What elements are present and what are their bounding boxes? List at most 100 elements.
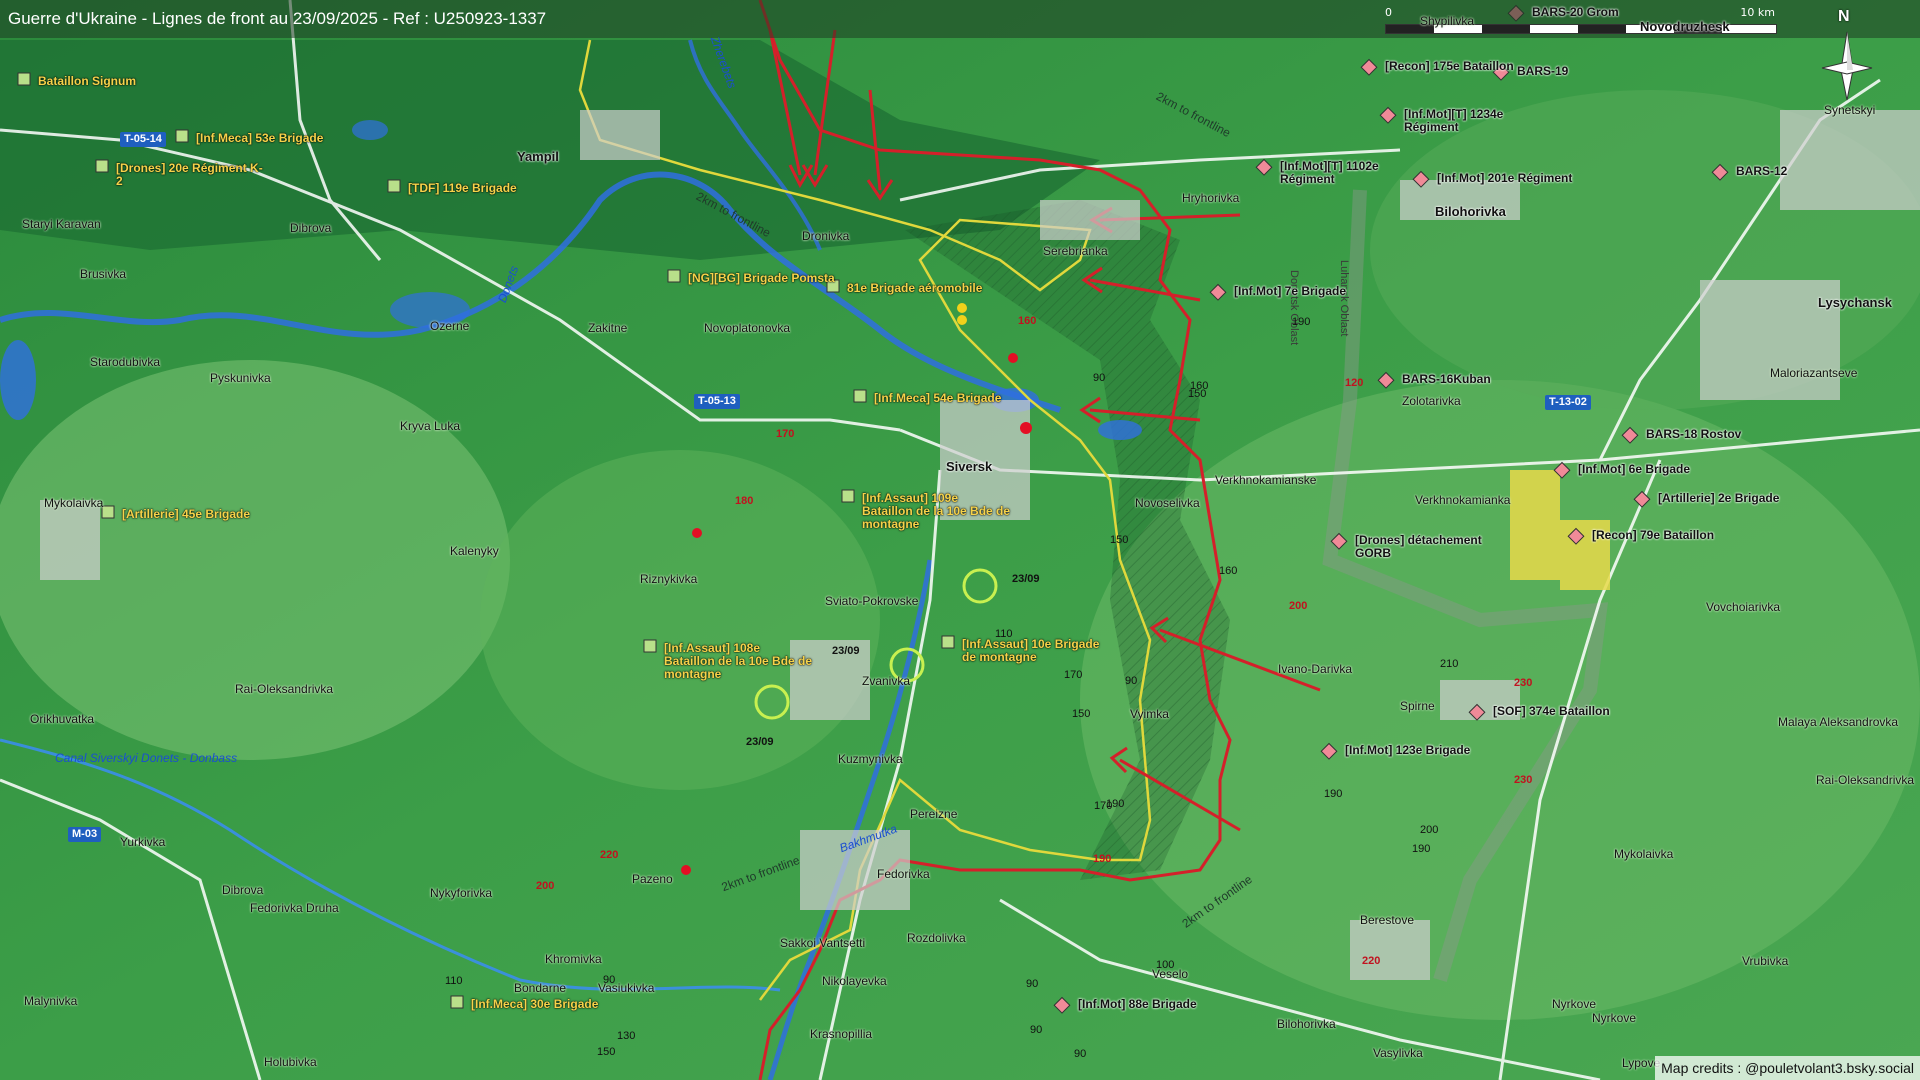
elevation-label: 110	[445, 975, 463, 987]
ukrainian-unit-label[interactable]: [Inf.Meca] 53e Brigade	[196, 132, 346, 145]
road-number-badge: M-03	[68, 827, 102, 842]
map-title: Guerre d'Ukraine - Lignes de front au 23…	[8, 9, 547, 28]
ukrainian-unit-marker-icon[interactable]	[841, 489, 855, 503]
elevation-label: 190	[1292, 316, 1311, 328]
russian-unit-label[interactable]: BARS-16Kuban	[1402, 373, 1552, 386]
place-label: Brusivka	[80, 267, 127, 281]
place-label: Orikhuvatka	[30, 712, 95, 726]
russian-unit-label[interactable]: [Drones] détachement GORB	[1355, 534, 1505, 560]
place-label: Sviato-Pokrovske	[825, 594, 919, 608]
russian-unit-label[interactable]: [Inf.Mot][T] 1234e Régiment	[1404, 108, 1554, 134]
elevation-label: 120	[1345, 377, 1364, 389]
ukrainian-unit-label[interactable]: [TDF] 119e Brigade	[408, 182, 558, 195]
ukrainian-unit-marker-icon[interactable]	[667, 269, 681, 283]
place-label: Serebrianka	[1043, 244, 1108, 258]
place-label: Vasylivka	[1373, 1046, 1423, 1060]
ukrainian-unit-marker-icon[interactable]	[101, 505, 115, 519]
place-label: Dibrova	[222, 883, 264, 897]
russian-unit-label[interactable]: [Recon] 79e Bataillon	[1592, 529, 1742, 542]
elevation-label: 130	[617, 1030, 636, 1042]
place-label: Fedorivka	[877, 867, 930, 881]
elevation-label: 90	[1125, 675, 1138, 687]
russian-unit-label[interactable]: BARS-18 Rostov	[1646, 428, 1796, 441]
elevation-label: 170	[776, 428, 795, 440]
place-label: Vrubivka	[1742, 954, 1789, 968]
elevation-label: 170	[1064, 669, 1083, 681]
date-label: 23/09	[832, 645, 860, 657]
place-label: Bondarne	[514, 981, 567, 995]
ukrainian-unit-label[interactable]: [Artillerie] 45e Brigade	[122, 508, 272, 521]
elevation-label: 90	[1030, 1024, 1043, 1036]
ukrainian-unit-marker-icon[interactable]	[175, 129, 189, 143]
place-label: Rai-Oleksandrivka	[1816, 773, 1915, 787]
elevation-label: 190	[1106, 798, 1125, 810]
place-label: Dibrova	[290, 221, 332, 235]
place-label: Pyskunivka	[210, 371, 271, 385]
ukrainian-unit-label[interactable]: [Inf.Meca] 30e Brigade	[471, 998, 621, 1011]
elevation-label: 160	[1018, 315, 1037, 327]
russian-unit-label[interactable]: [Inf.Mot][T] 1102e Régiment	[1280, 160, 1430, 186]
ukrainian-unit-label[interactable]: [NG][BG] Brigade Pomsta	[688, 272, 838, 285]
place-label: Pereizne	[910, 807, 958, 821]
ukrainian-unit-marker-icon[interactable]	[387, 179, 401, 193]
ukrainian-unit-label[interactable]: [Inf.Assaut] 10e Brigade de montagne	[962, 638, 1112, 664]
place-label: Nykyforivka	[430, 886, 493, 900]
place-label: Zakitne	[588, 321, 628, 335]
elevation-label: 90	[1026, 978, 1039, 990]
russian-unit-label[interactable]: [Recon] 175e Bataillon	[1385, 60, 1535, 73]
place-label: Holubivka	[264, 1055, 317, 1069]
place-label: Lysychansk	[1818, 295, 1892, 310]
place-label: Yurkivka	[120, 835, 166, 849]
ukrainian-unit-label[interactable]: [Inf.Assaut] 108e Bataillon de la 10e Bd…	[664, 642, 814, 681]
place-label: Verkhnokamianka	[1415, 493, 1511, 507]
elevation-label: 180	[735, 495, 754, 507]
region-label: Luhansk Oblast	[1338, 260, 1350, 337]
place-label: Novoselivka	[1135, 496, 1200, 510]
place-label: Berestove	[1360, 913, 1415, 927]
elevation-label: 150	[1110, 534, 1129, 546]
russian-unit-label[interactable]: BARS-20 Grom	[1532, 6, 1682, 19]
place-label: Shypilivka	[1420, 14, 1475, 28]
place-label: Sakkoi Vantsetti	[780, 936, 866, 950]
place-label: Starodubivka	[90, 355, 161, 369]
elevation-label: 230	[1514, 774, 1533, 786]
elevation-label: 150	[1188, 388, 1207, 400]
russian-unit-label[interactable]: BARS-19	[1517, 65, 1667, 78]
ukrainian-unit-marker-icon[interactable]	[853, 389, 867, 403]
russian-unit-label[interactable]: [Artillerie] 2e Brigade	[1658, 492, 1808, 505]
elevation-label: 200	[1420, 824, 1439, 836]
elevation-label: 160	[1219, 565, 1238, 577]
ukrainian-unit-marker-icon[interactable]	[17, 72, 31, 86]
place-label: Maloriazantseve	[1770, 366, 1858, 380]
russian-unit-label[interactable]: [Inf.Mot] 6e Brigade	[1578, 463, 1728, 476]
russian-unit-label[interactable]: [Inf.Mot] 88e Brigade	[1078, 998, 1228, 1011]
russian-unit-label[interactable]: [Inf.Mot] 123e Brigade	[1345, 744, 1495, 757]
elevation-label: 150	[597, 1046, 616, 1058]
elevation-label: 210	[1440, 658, 1459, 670]
ukrainian-unit-marker-icon[interactable]	[941, 635, 955, 649]
place-label: Novoplatonovka	[704, 321, 791, 335]
elevation-label: 100	[1156, 959, 1175, 971]
elevation-label: 200	[1289, 600, 1308, 612]
map-credits: Map credits : @pouletvolant3.bsky.social	[1655, 1056, 1920, 1080]
ukrainian-unit-marker-icon[interactable]	[95, 159, 109, 173]
ukrainian-unit-label[interactable]: Bataillon Signum	[38, 75, 188, 88]
place-label: Dronivka	[802, 229, 850, 243]
russian-unit-label[interactable]: [SOF] 374e Bataillon	[1493, 705, 1643, 718]
ukrainian-unit-label[interactable]: [Drones] 20e Régiment K-2	[116, 162, 266, 188]
russian-unit-label[interactable]: BARS-12	[1736, 165, 1886, 178]
ukrainian-unit-marker-icon[interactable]	[450, 995, 464, 1009]
ukrainian-unit-label[interactable]: 81e Brigade aéromobile	[847, 282, 997, 295]
ukrainian-unit-label[interactable]: [Inf.Meca] 54e Brigade	[874, 392, 1024, 405]
map-view[interactable]: Guerre d'Ukraine - Lignes de front au 23…	[0, 0, 1920, 1080]
north-arrow-icon: N	[1812, 9, 1882, 110]
ukrainian-unit-label[interactable]: [Inf.Assaut] 109e Bataillon de la 10e Bd…	[862, 492, 1012, 531]
russian-unit-label[interactable]: [Inf.Mot] 201e Régiment	[1437, 172, 1587, 185]
place-label: Mykolaivka	[1614, 847, 1674, 861]
place-label: Yampil	[517, 149, 559, 164]
ukrainian-unit-marker-icon[interactable]	[643, 639, 657, 653]
russian-unit-label[interactable]: [Inf.Mot] 7e Brigade	[1234, 285, 1384, 298]
scale-end-label: 10 km	[1740, 6, 1775, 19]
place-label: Zolotarivka	[1402, 394, 1461, 408]
elevation-label: 90	[1074, 1048, 1087, 1060]
